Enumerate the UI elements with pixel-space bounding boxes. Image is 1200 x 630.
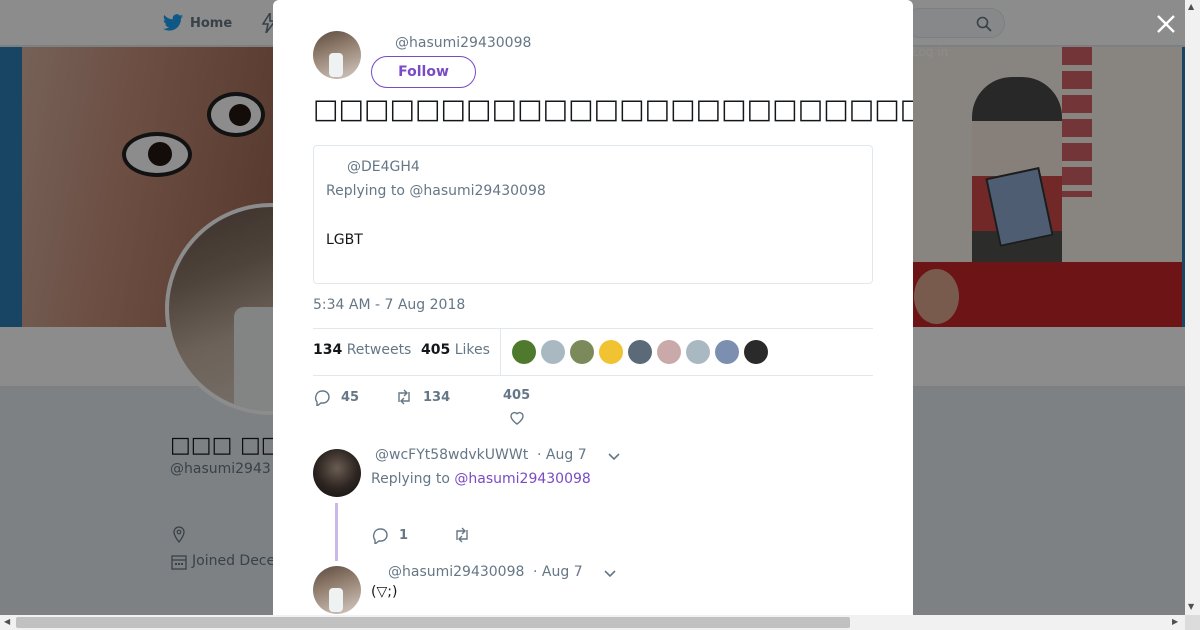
reply-count: 45: [341, 389, 360, 405]
horizontal-scrollbar-thumb[interactable]: [16, 617, 850, 628]
quoted-tweet-handle: @DE4GH4: [347, 159, 420, 175]
retweet-icon: [456, 527, 468, 543]
reply-author-avatar[interactable]: [313, 566, 361, 614]
thread-connector: [335, 503, 338, 561]
liker-avatar[interactable]: [744, 340, 768, 364]
reply-author-handle[interactable]: @hasumi29430098: [388, 564, 524, 580]
tweet-timestamp[interactable]: 5:34 AM - 7 Aug 2018: [313, 297, 465, 313]
chevron-down-icon[interactable]: [603, 566, 617, 580]
likers-avatars: [512, 340, 768, 364]
liker-avatar[interactable]: [628, 340, 652, 364]
scroll-left-arrow-icon[interactable]: ◀: [4, 617, 10, 626]
like-stat-label: Likes: [454, 342, 490, 358]
liker-avatar[interactable]: [686, 340, 710, 364]
reply-text: (▽;): [371, 584, 398, 600]
tweet-author-handle[interactable]: @hasumi29430098: [395, 35, 531, 51]
follow-button[interactable]: Follow: [371, 56, 476, 88]
reply-icon: [372, 528, 388, 544]
liker-avatar[interactable]: [657, 340, 681, 364]
quoted-tweet-text: LGBT: [326, 232, 363, 248]
reply-author-avatar[interactable]: [313, 449, 361, 497]
horizontal-scrollbar[interactable]: ◀ ▶: [0, 615, 1185, 630]
chevron-down-icon[interactable]: [607, 449, 621, 463]
reply-reply-button[interactable]: 1: [371, 526, 408, 544]
heart-icon: [509, 411, 524, 425]
tweet-text: □□□□□□□□□□□□□□□□□□□□□□□□□□□□□□□□□□□□□□□□…: [313, 94, 913, 125]
liker-avatar[interactable]: [541, 340, 565, 364]
liker-avatar[interactable]: [570, 340, 594, 364]
scrollbar-corner: [1185, 615, 1200, 630]
like-button[interactable]: 405: [503, 388, 530, 427]
retweet-stat[interactable]: 134 Retweets: [313, 342, 411, 358]
reply-date[interactable]: · Aug 7: [533, 564, 583, 580]
replying-to-link[interactable]: @hasumi29430098: [454, 471, 590, 487]
reply-date[interactable]: · Aug 7: [537, 447, 587, 463]
liker-avatar[interactable]: [599, 340, 623, 364]
retweet-count: 134: [423, 389, 451, 405]
reply-button[interactable]: 45: [313, 388, 359, 406]
liker-avatar[interactable]: [715, 340, 739, 364]
close-icon[interactable]: [1155, 13, 1177, 35]
reply-replying-to: Replying to @hasumi29430098: [371, 471, 591, 487]
like-count: 405: [503, 388, 531, 403]
retweet-stat-label: Retweets: [346, 342, 412, 358]
scroll-down-arrow-icon[interactable]: ▼: [1188, 602, 1194, 611]
retweet-icon: [398, 389, 410, 405]
tweet-modal: @hasumi29430098 Follow □□□□□□□□□□□□□□□□□…: [273, 0, 913, 615]
quoted-tweet-replying-to: Replying to @hasumi29430098: [326, 183, 546, 199]
like-stat-count: 405: [421, 342, 451, 358]
stats-divider: [500, 329, 501, 375]
reply-retweet-button[interactable]: [453, 526, 471, 544]
tweet-stats: 134 Retweets 405 Likes: [313, 328, 873, 376]
scroll-right-arrow-icon[interactable]: ▶: [1172, 617, 1178, 626]
quoted-tweet[interactable]: @DE4GH4 Replying to @hasumi29430098 LGBT: [313, 145, 873, 284]
tweet-author-avatar[interactable]: [313, 31, 361, 79]
tweet-actions: 45 134 405: [313, 386, 873, 432]
reply-icon: [314, 390, 330, 406]
reply-replying-prefix: Replying to: [371, 471, 450, 487]
liker-avatar[interactable]: [512, 340, 536, 364]
like-stat[interactable]: 405 Likes: [421, 342, 490, 358]
reply-author-handle[interactable]: @wcFYt58wdvkUWWt: [375, 447, 528, 463]
vertical-scrollbar[interactable]: ▲ ▼: [1185, 0, 1200, 615]
scroll-up-arrow-icon[interactable]: ▲: [1188, 2, 1194, 11]
retweet-stat-count: 134: [313, 342, 343, 358]
retweet-button[interactable]: 134: [395, 388, 450, 406]
reply-reply-count: 1: [399, 527, 409, 543]
